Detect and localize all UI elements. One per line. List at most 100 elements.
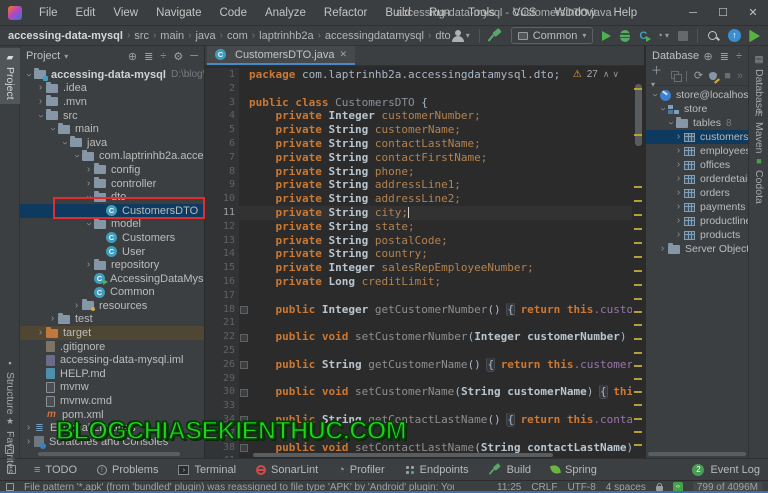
chevron-closed-icon[interactable]: › — [673, 174, 684, 184]
tree-item--idea[interactable]: › .idea — [20, 81, 204, 96]
tree-item-repository[interactable]: › repository — [20, 258, 204, 272]
close-button[interactable]: ✕ — [738, 0, 768, 26]
bottom-tab-todo[interactable]: ≡ TODO — [24, 459, 87, 481]
chevron-closed-icon[interactable]: › — [657, 244, 668, 254]
encoding-indicator[interactable]: UTF-8 — [567, 482, 595, 492]
editor-tab-customersdto[interactable]: C CustomersDTO.java ✕ — [207, 46, 355, 65]
code-line[interactable]: 14 private String country; — [205, 247, 632, 262]
chevron-open-icon[interactable]: › — [666, 118, 677, 129]
code-line[interactable]: 10 private String addressLine2; — [205, 192, 632, 206]
fold-marker-icon[interactable] — [239, 358, 248, 372]
hide-panel-icon[interactable]: ─ — [190, 50, 198, 63]
minimize-button[interactable]: ─ — [678, 0, 708, 26]
prev-next-warning-icons[interactable]: ∧∨ — [603, 69, 622, 80]
datasource-properties-icon[interactable] — [709, 71, 718, 81]
tree-item-config[interactable]: › config — [20, 163, 204, 177]
toolwindow-toggle-icon[interactable] — [6, 483, 14, 491]
code-line[interactable]: 3 public class CustomersDTO { — [205, 95, 632, 110]
tree-item-productlines[interactable]: › productlines — [646, 214, 748, 228]
code-line[interactable]: 11 private String city; — [205, 205, 632, 220]
duplicate-icon[interactable] — [670, 71, 683, 82]
chevron-closed-icon[interactable]: › — [47, 314, 58, 324]
chevron-closed-icon[interactable]: › — [83, 178, 94, 189]
tree-item-orders[interactable]: › orders — [646, 186, 748, 200]
tool-tab-project[interactable]: ▰ Project — [0, 48, 20, 104]
close-tab-icon[interactable]: ✕ — [339, 49, 347, 60]
tree-item-target[interactable]: › target — [20, 326, 204, 340]
refresh-icon[interactable]: ⟳ — [694, 69, 703, 82]
code-line[interactable]: 18 public Integer getCustomerNumber() { … — [205, 302, 632, 317]
chevron-closed-icon[interactable]: › — [673, 132, 684, 142]
breadcrumb-item[interactable]: dto — [435, 30, 450, 42]
chevron-closed-icon[interactable]: › — [83, 260, 94, 270]
bottom-tab-terminal[interactable]: › Terminal — [168, 459, 246, 481]
tree-item-src[interactable]: › src — [20, 109, 204, 123]
run-configuration-select[interactable]: Common ▾ — [510, 27, 594, 44]
tool-tab-structure[interactable]: ▪ Structure — [0, 354, 20, 419]
fold-marker-icon[interactable] — [239, 330, 248, 344]
bottom-tab-build[interactable]: Build — [479, 459, 541, 481]
tree-item--gitignore[interactable]: ›.gitignore — [20, 340, 204, 354]
code-line[interactable]: 15 private Integer salesRepEmployeeNumbe… — [205, 261, 632, 275]
code-line[interactable]: 4 private Integer customerNumber; — [205, 109, 632, 124]
expand-all-icon[interactable]: ≣ — [720, 50, 729, 63]
menu-view[interactable]: View — [104, 7, 147, 19]
bottom-tab-profiler[interactable]: ◔ Profiler — [328, 459, 395, 481]
event-log[interactable]: 2 Event Log — [692, 463, 760, 476]
tree-item-orderdetails[interactable]: › orderdetails — [646, 172, 748, 186]
tree-item-resources[interactable]: › resources — [20, 299, 204, 313]
code-line[interactable]: 6 private String contactLastName; — [205, 136, 632, 151]
line-separator-indicator[interactable]: CRLF — [531, 482, 557, 492]
indent-indicator[interactable]: 4 spaces — [606, 482, 646, 492]
chevron-open-icon[interactable]: › — [36, 110, 47, 121]
bottom-tab-endpoints[interactable]: Endpoints — [395, 459, 479, 481]
chevron-open-icon[interactable]: › — [48, 124, 59, 135]
code-line[interactable]: 5 private String customerName; — [205, 123, 632, 137]
menu-edit[interactable]: Edit — [67, 7, 105, 19]
code-line[interactable]: 25 — [205, 343, 632, 358]
tree-item-offices[interactable]: › offices — [646, 158, 748, 172]
tree-item-accessingdatamysqlapp[interactable]: ›CAccessingDataMysqlApp — [20, 272, 204, 286]
build-hammer-icon[interactable] — [489, 29, 502, 42]
breadcrumb-item[interactable]: laptrinhb2a — [259, 30, 313, 42]
maximize-button[interactable]: ☐ — [708, 0, 738, 26]
tree-item-accessing-data-mysql-iml[interactable]: ›accessing-data-mysql.iml — [20, 353, 204, 367]
code-line[interactable]: 30 public void setCustomerName(String cu… — [205, 385, 632, 400]
tree-item-help-md[interactable]: ›HELP.md — [20, 367, 204, 381]
tree-item-user[interactable]: ›CUser — [20, 245, 204, 259]
breadcrumb-item[interactable]: main — [160, 30, 184, 42]
add-datasource-button[interactable]: ＋▾ — [651, 62, 665, 90]
code-line[interactable]: 8 private String phone; — [205, 164, 632, 179]
code-line[interactable]: 13 private String postalCode; — [205, 233, 632, 248]
tree-item-java[interactable]: › java — [20, 136, 204, 150]
menu-code[interactable]: Code — [210, 7, 256, 19]
tool-tab-maven[interactable]: m Maven — [749, 104, 768, 158]
code-line[interactable]: 1 package com.laptrinhb2a.accessingdatamy… — [205, 68, 632, 82]
chevron-closed-icon[interactable]: › — [35, 328, 46, 338]
project-horizontal-scrollbar[interactable] — [38, 452, 180, 456]
chevron-closed-icon[interactable]: › — [673, 202, 684, 212]
tree-item-mvnw-cmd[interactable]: ›mvnw.cmd — [20, 394, 204, 408]
more-icon[interactable]: » — [737, 70, 743, 82]
tree-item-accessing-data-mysql[interactable]: › accessing-data-mysql D:\blog\spring-boot… — [20, 68, 204, 82]
code-line[interactable]: 22 public void setCustomerNumber(Integer… — [205, 330, 632, 344]
bottom-tab-spring[interactable]: Spring — [541, 459, 607, 481]
codota-play-icon[interactable] — [750, 29, 760, 42]
tree-item-test[interactable]: › test — [20, 312, 204, 327]
lock-icon[interactable] — [655, 483, 663, 491]
code-area[interactable]: 1 package com.laptrinhb2a.accessingdatamy… — [205, 68, 632, 458]
chevron-open-icon[interactable]: › — [60, 137, 71, 148]
tree-item--mvn[interactable]: › .mvn — [20, 95, 204, 109]
tree-item-dto[interactable]: › dto — [20, 190, 204, 204]
tree-item-tables[interactable]: › tables 8 — [646, 116, 748, 130]
memory-indicator[interactable]: 799 of 4096M — [692, 481, 762, 491]
code-line[interactable]: 12 private String state; — [205, 219, 632, 234]
tree-item-controller[interactable]: › controller — [20, 177, 204, 191]
toolwindow-toggle-icon[interactable] — [5, 445, 14, 454]
breadcrumb-item[interactable]: src — [134, 30, 149, 42]
menu-navigate[interactable]: Navigate — [147, 7, 210, 19]
menu-refactor[interactable]: Refactor — [315, 7, 376, 19]
stop-icon[interactable]: ■ — [724, 70, 731, 82]
tree-item-mvnw[interactable]: ›mvnw — [20, 381, 204, 395]
chevron-closed-icon[interactable]: › — [673, 230, 684, 240]
